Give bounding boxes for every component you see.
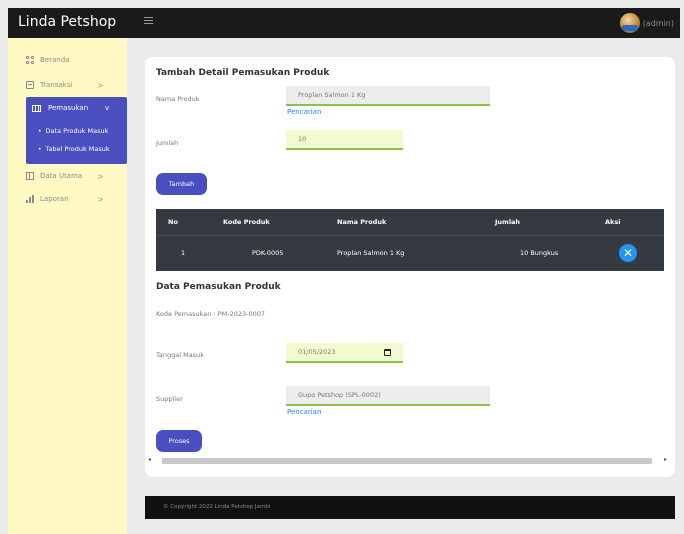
scroll-right-icon[interactable]: ▸ [664,456,667,463]
sidebar-item-label: Laporan [40,195,69,203]
delete-row-button[interactable]: ✕ [619,244,637,262]
sidebar-item-pemasukan[interactable]: Pemasukan v [26,97,127,119]
detail-form-title: Tambah Detail Pemasukan Produk [156,68,330,78]
table-header-no: No [168,218,178,226]
sidebar-subitem-data-produk-masuk[interactable]: Data Produk Masuk [38,127,109,135]
sidebar-item-label: Beranda [40,56,70,64]
calendar-icon[interactable] [384,349,391,356]
table-header-name: Nama Produk [337,218,387,226]
table-header-code: Kode Produk [223,218,270,226]
user-menu[interactable]: (admin) [619,13,674,33]
sidebar-item-label: Transaksi [40,81,73,89]
footer-copyright: © Copyright 2022 Linda Petshop Jambi [163,504,271,510]
date-label: Tanggal Masuk [156,351,204,359]
product-label: Nama Produk [156,95,200,103]
footer: © Copyright 2022 Linda Petshop Jambi [145,496,675,519]
table-cell-code: PDK-0005 [252,249,284,257]
user-name[interactable]: (admin) [643,19,674,28]
income-code-text: Kode Pemasukan : PM-2023-0007 [156,310,265,318]
hamburger-menu-icon[interactable] [144,17,153,25]
close-icon: ✕ [622,246,634,260]
sidebar-group-pemasukan: Pemasukan v Data Produk Masuk Tabel Prod… [26,97,127,164]
process-button[interactable]: Proses [156,430,202,452]
brand-title[interactable]: Linda Petshop [18,14,116,30]
receipt-icon [26,81,34,89]
table-header-action: Aksi [605,218,621,226]
add-button[interactable]: Tambah [156,173,207,195]
product-field[interactable]: Proplan Salmon 1 Kg [286,86,490,106]
sidebar-item-transaksi[interactable]: Transaksi > [8,74,127,96]
qty-field[interactable]: 10 [286,130,403,150]
supplier-label: Supplier [156,395,183,403]
scroll-left-icon[interactable]: ◂ [148,456,151,463]
chevron-right-icon: > [97,194,104,204]
sidebar-item-label: Data Utama [40,172,83,180]
date-value: 01/05/2023 [298,348,336,356]
grid-icon [26,56,34,64]
sidebar-subitem-tabel-produk-masuk[interactable]: Tabel Produk Masuk [38,145,110,153]
supplier-search-link[interactable]: Pencarian [287,408,321,416]
table-header-qty: Jumlah [495,218,521,226]
table-divider [156,235,664,236]
sidebar: Beranda Transaksi > Pemasukan v Data Pro… [8,38,127,534]
qty-label: Jumlah [156,139,179,147]
date-input[interactable]: 01/05/2023 [286,343,403,363]
scrollbar-thumb[interactable] [162,458,652,464]
sidebar-item-laporan[interactable]: Laporan > [8,188,127,210]
table-cell-qty: 10 Bungkus [520,249,559,257]
table-cell-name: Proplan Salmon 1 Kg [337,249,405,257]
supplier-field[interactable]: Gupo Petshop (SPL-0002) [286,386,490,406]
bar-chart-icon [26,195,34,203]
product-search-link[interactable]: Pencarian [287,108,321,116]
sidebar-item-beranda[interactable]: Beranda [8,49,127,71]
chevron-right-icon: > [97,171,104,181]
chevron-right-icon: > [97,80,104,90]
top-navbar: Linda Petshop (admin) [8,8,680,38]
avatar[interactable] [619,13,640,33]
horizontal-scrollbar[interactable]: ◂ ▸ [148,456,667,465]
sidebar-item-data-utama[interactable]: Data Utama > [8,165,127,187]
table-cell-no: 1 [181,249,186,257]
chevron-down-icon: v [105,104,110,112]
product-table: No Kode Produk Nama Produk Jumlah Aksi 1… [156,209,664,271]
sidebar-item-label: Pemasukan [48,104,89,112]
table-icon [32,104,41,112]
income-form-title: Data Pemasukan Produk [156,282,281,292]
table-plus-icon [26,172,34,180]
main-card: Tambah Detail Pemasukan Produk Nama Prod… [145,57,675,477]
